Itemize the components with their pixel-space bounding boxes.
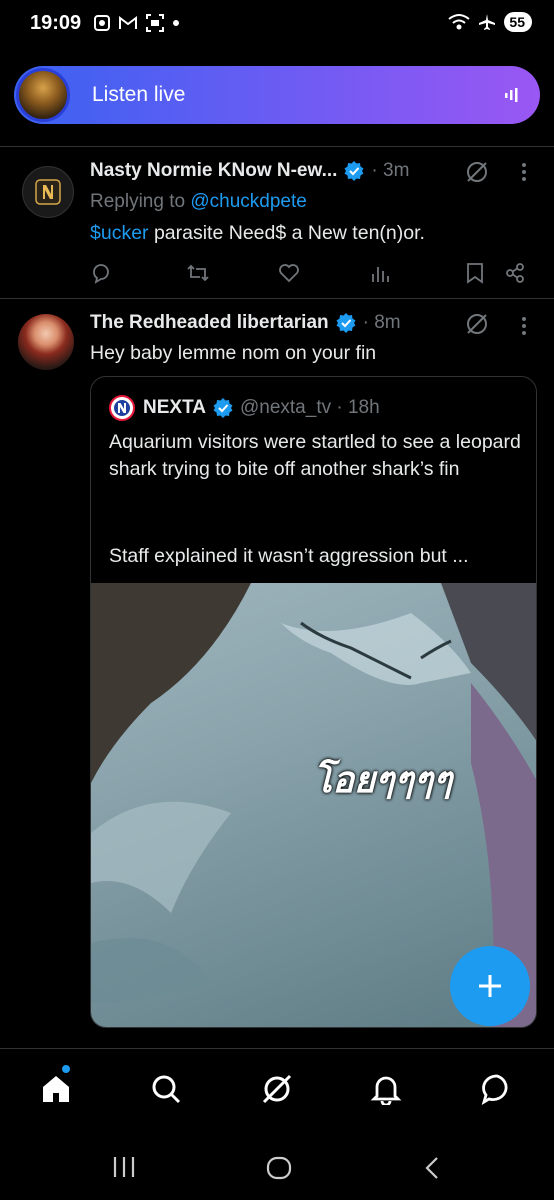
avatar[interactable] (18, 314, 74, 370)
status-time: 19:09 (30, 12, 82, 34)
search-icon[interactable] (150, 1073, 182, 1105)
messages-icon[interactable] (481, 1073, 513, 1105)
replying-prefix: Replying to (90, 191, 191, 212)
quote-header: NEXTA @nexta_tv · 18h (109, 395, 380, 421)
quote-text-continued: Staff explained it wasn’t aggression but… (109, 545, 469, 567)
video-caption: โอยๆๆๆๆ (313, 759, 453, 800)
replying-to: Replying to @chuckdpete (90, 188, 307, 215)
quote-tweet[interactable]: NEXTA @nexta_tv · 18h Aquarium visitors … (90, 376, 537, 1028)
notifications-icon[interactable] (370, 1073, 402, 1105)
quote-text: Aquarium visitors were startled to see a… (109, 431, 521, 480)
like-icon[interactable] (278, 262, 300, 284)
grok-icon[interactable] (465, 312, 489, 336)
bookmark-icon[interactable] (466, 262, 484, 284)
nexta-logo-icon (114, 400, 130, 416)
recents-icon[interactable] (112, 1156, 136, 1178)
photo-notification-icon (94, 15, 110, 31)
verified-badge-icon (213, 398, 233, 418)
tweet-text: $ucker parasite Need$ a New ten(n)or. (90, 220, 425, 247)
verified-badge-icon (336, 313, 356, 333)
compose-button[interactable] (450, 946, 530, 1026)
listen-live-label: Listen live (92, 83, 186, 106)
host-avatar (16, 68, 70, 122)
gmail-icon (119, 16, 137, 29)
wifi-icon (448, 14, 471, 30)
n-logo-icon (35, 179, 61, 205)
display-name[interactable]: The Redheaded libertarian (90, 312, 329, 334)
verified-badge-icon (344, 161, 364, 181)
share-icon[interactable] (504, 262, 526, 284)
dot-icon (173, 20, 179, 26)
display-name[interactable]: Nasty Normie KNow N-ew... (90, 160, 337, 182)
timestamp[interactable]: · 3m (371, 160, 409, 182)
views-icon[interactable] (370, 262, 390, 284)
quote-display-name[interactable]: NEXTA (143, 397, 206, 419)
cashtag-link[interactable]: $ucker (90, 222, 149, 244)
status-bar: 19:09 55 (0, 0, 554, 54)
back-icon[interactable] (424, 1156, 440, 1180)
tweet[interactable]: Nasty Normie KNow N-ew... · 3m Replying … (0, 146, 554, 298)
listen-live-bar[interactable]: Listen live (14, 66, 540, 124)
notification-dot (62, 1065, 70, 1073)
replying-handle[interactable]: @chuckdpete (190, 191, 306, 212)
scan-icon (146, 14, 164, 32)
timestamp[interactable]: · 8m (363, 312, 401, 334)
more-options-icon[interactable] (521, 162, 527, 182)
system-nav-bar (0, 1128, 554, 1200)
more-options-icon[interactable] (521, 316, 527, 336)
reply-icon[interactable] (90, 262, 112, 284)
system-icons: 55 (448, 12, 532, 32)
tweet-header: Nasty Normie KNow N-ew... · 3m (90, 160, 409, 182)
avatar[interactable] (22, 166, 74, 218)
audio-bars-icon (505, 88, 518, 102)
plus-icon (479, 975, 501, 997)
tweet-header: The Redheaded libertarian · 8m (90, 312, 401, 334)
grok-icon[interactable] (465, 160, 489, 184)
grok-icon[interactable] (261, 1073, 293, 1105)
bottom-nav (0, 1048, 554, 1128)
retweet-icon[interactable] (186, 262, 210, 284)
home-button-icon[interactable] (266, 1156, 292, 1180)
home-icon[interactable] (40, 1073, 72, 1105)
tweet-text-rest: parasite Need$ a New ten(n)or. (148, 222, 425, 244)
tweet-actions (90, 262, 530, 290)
battery-indicator: 55 (504, 12, 532, 32)
nexta-avatar[interactable] (109, 395, 135, 421)
airplane-icon (479, 14, 496, 30)
tweet-text: Hey baby lemme nom on your fin (90, 342, 377, 364)
notification-icons (94, 14, 180, 32)
quote-handle[interactable]: @nexta_tv · 18h (240, 397, 380, 419)
